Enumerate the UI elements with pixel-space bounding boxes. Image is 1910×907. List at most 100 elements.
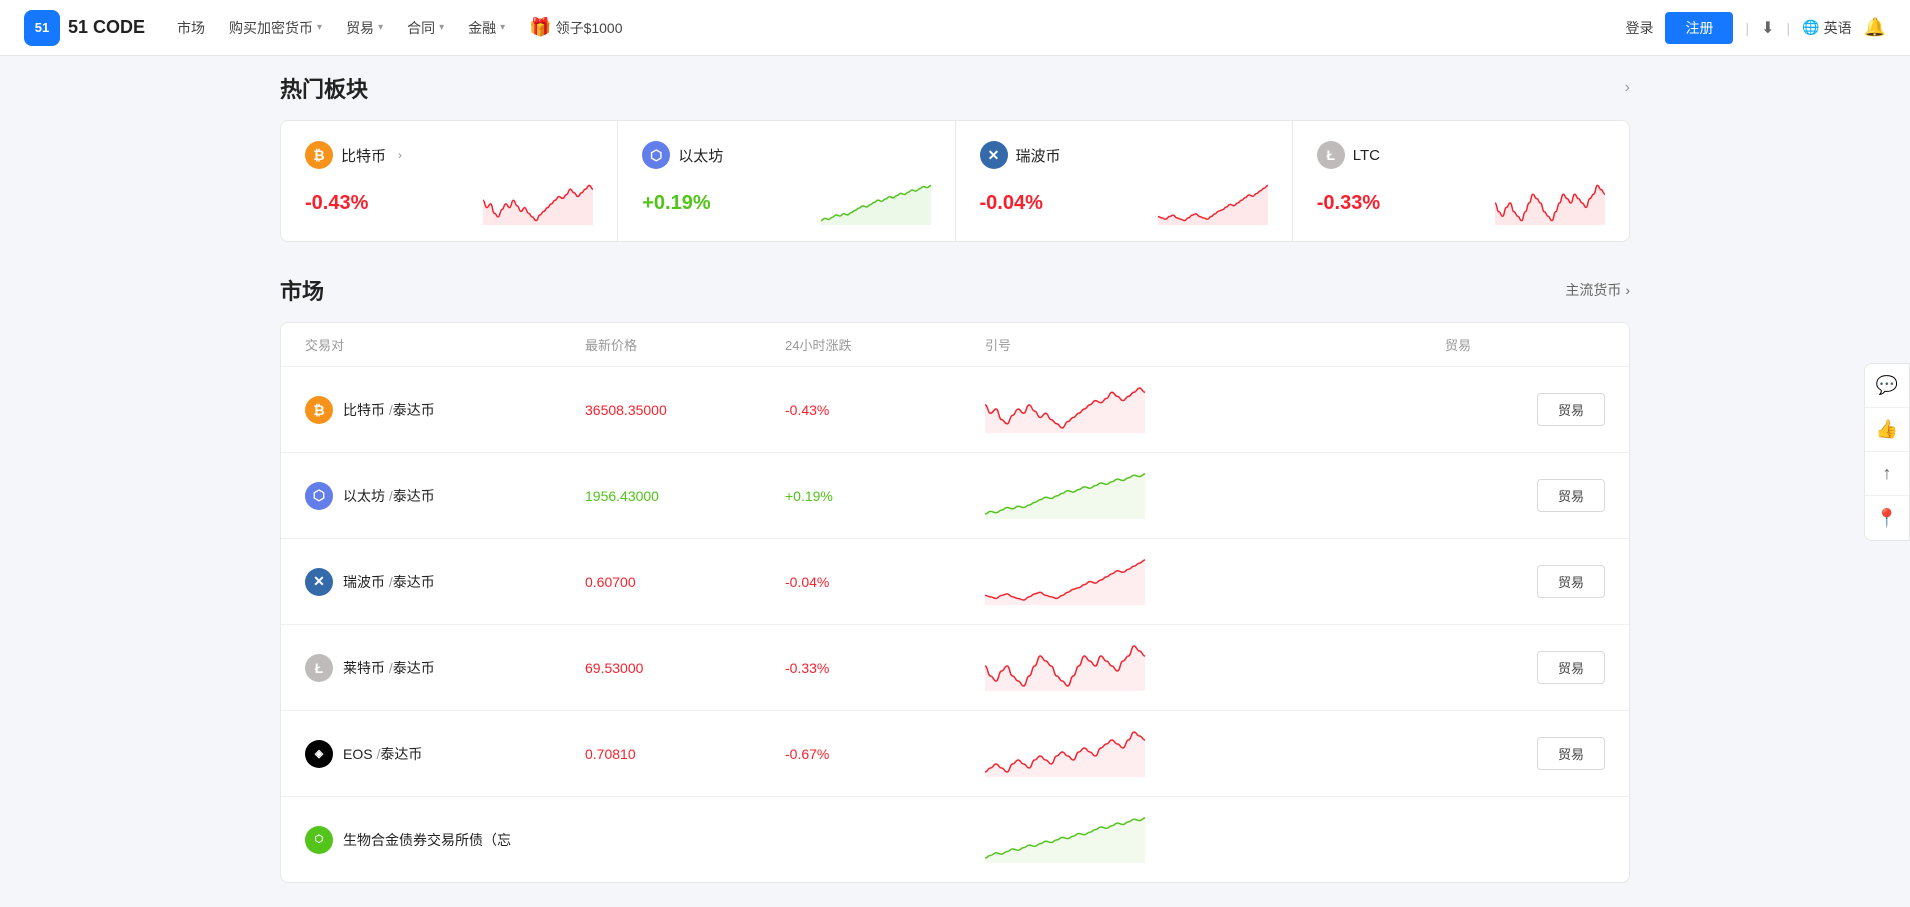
ltc-change-pct: -0.33% xyxy=(1317,192,1380,215)
xrp-mini-chart xyxy=(1158,181,1268,225)
nav-buy-crypto[interactable]: 购买加密货币 ▾ xyxy=(229,18,322,38)
eth-pair-name[interactable]: 以太坊 /泰达币 xyxy=(343,486,435,506)
xrp-coin-name: 瑞波币 xyxy=(1016,145,1061,166)
table-col-header: 贸易 xyxy=(1445,335,1605,354)
login-button[interactable]: 登录 xyxy=(1625,18,1653,38)
table-col-header: 24小时涨跌 xyxy=(785,335,985,354)
eos-pair-name[interactable]: EOS /泰达币 xyxy=(343,744,422,764)
table-col-header: 交易对 xyxy=(305,335,585,354)
eth-mini-chart xyxy=(821,181,931,225)
hot-section-header: 热门板块 › xyxy=(280,72,1630,104)
nav-finance[interactable]: 金融 ▾ xyxy=(468,18,505,38)
like-sidebar-button[interactable]: 👍 xyxy=(1865,408,1909,452)
eth-pair-cell: ⬡ 以太坊 /泰达币 xyxy=(305,482,585,510)
register-button[interactable]: 注册 xyxy=(1665,12,1733,44)
ltc-price: 69.53000 xyxy=(585,660,785,676)
table-row: ₿比特币 /泰达币36508.35000-0.43%贸易 xyxy=(281,367,1629,453)
hot-section-more[interactable]: › xyxy=(1625,79,1630,97)
ltc-trade-cell: 贸易 xyxy=(1445,651,1605,684)
chat-sidebar-button[interactable]: 💬 xyxy=(1865,364,1909,408)
table-row: ⬡以太坊 /泰达币1956.43000+0.19%贸易 xyxy=(281,453,1629,539)
ltc-pair-cell: Ł 莱特币 /泰达币 xyxy=(305,654,585,682)
ltc-mini-chart xyxy=(1495,181,1605,225)
hot-card-btc[interactable]: ₿比特币›-0.43% xyxy=(281,121,618,241)
xrp-row-icon: ✕ xyxy=(305,568,333,596)
xrp-row-chart xyxy=(985,555,1445,608)
eos-price: 0.70810 xyxy=(585,746,785,762)
market-section: 市场 主流货币 › 交易对最新价格24小时涨跌引号贸易 ₿比特币 /泰达币365… xyxy=(280,274,1630,883)
bio-pair-name[interactable]: 生物合金债券交易所债（忘 xyxy=(343,830,511,850)
bonus-text: 领子$1000 xyxy=(556,18,623,38)
ltc-trade-button[interactable]: 贸易 xyxy=(1537,651,1605,684)
xrp-change: -0.04% xyxy=(785,574,985,590)
btc-coin-icon: ₿ xyxy=(305,141,333,169)
eos-row-icon: ◈ xyxy=(305,740,333,768)
hot-card-eth[interactable]: ⬡以太坊+0.19% xyxy=(618,121,955,241)
btc-trade-button[interactable]: 贸易 xyxy=(1537,393,1605,426)
download-icon[interactable]: ⬇ xyxy=(1761,18,1774,38)
notification-bell-icon[interactable]: 🔔 xyxy=(1864,17,1886,38)
xrp-price: 0.60700 xyxy=(585,574,785,590)
btc-pair-name[interactable]: 比特币 /泰达币 xyxy=(343,400,435,420)
btc-card-arrow: › xyxy=(398,148,402,162)
trade-arrow: ▾ xyxy=(378,22,383,33)
logo-text: 51 CODE xyxy=(68,17,145,38)
nav-contract[interactable]: 合同 ▾ xyxy=(407,18,444,38)
scroll-top-sidebar-button[interactable]: ↑ xyxy=(1865,452,1909,496)
pair-slash: / xyxy=(385,660,393,676)
table-row: Ł莱特币 /泰达币69.53000-0.33%贸易 xyxy=(281,625,1629,711)
nav-right: 登录 注册 | ⬇ | 🌐 英语 🔔 xyxy=(1625,12,1886,44)
pair-slash: / xyxy=(385,402,393,418)
finance-arrow: ▾ xyxy=(500,22,505,33)
ltc-row-icon: Ł xyxy=(305,654,333,682)
mainstream-text: 主流货币 xyxy=(1565,280,1621,300)
ltc-pair-name[interactable]: 莱特币 /泰达币 xyxy=(343,658,435,678)
eos-trade-button[interactable]: 贸易 xyxy=(1537,737,1605,770)
eos-trade-cell: 贸易 xyxy=(1445,737,1605,770)
pin-sidebar-button[interactable]: 📍 xyxy=(1865,496,1909,540)
xrp-trade-button[interactable]: 贸易 xyxy=(1537,565,1605,598)
xrp-coin-icon: ✕ xyxy=(980,141,1008,169)
language-selector[interactable]: 🌐 英语 xyxy=(1802,18,1851,38)
ltc-row-chart xyxy=(985,641,1445,694)
logo-icon-text: 51 xyxy=(35,20,49,35)
xrp-pair-name[interactable]: 瑞波币 /泰达币 xyxy=(343,572,435,592)
pair-slash: / xyxy=(385,488,393,504)
btc-pair-cell: ₿ 比特币 /泰达币 xyxy=(305,396,585,424)
pair-slash: / xyxy=(373,746,381,762)
nav-divider2: | xyxy=(1787,20,1791,36)
nav-items: 市场 购买加密货币 ▾ 贸易 ▾ 合同 ▾ 金融 ▾ 🎁 领子$1000 xyxy=(177,17,1625,38)
market-title: 市场 xyxy=(280,274,324,306)
logo[interactable]: 51 51 CODE xyxy=(24,10,145,46)
ltc-coin-icon: Ł xyxy=(1317,141,1345,169)
eth-trade-button[interactable]: 贸易 xyxy=(1537,479,1605,512)
eth-row-icon: ⬡ xyxy=(305,482,333,510)
eth-change-pct: +0.19% xyxy=(642,192,710,215)
table-body: ₿比特币 /泰达币36508.35000-0.43%贸易⬡以太坊 /泰达币195… xyxy=(281,367,1629,882)
eos-row-chart xyxy=(985,727,1445,780)
market-mainstream-link[interactable]: 主流货币 › xyxy=(1565,280,1630,300)
hot-card-ltc[interactable]: Ł LTC -0.33% xyxy=(1293,121,1629,241)
eth-trade-cell: 贸易 xyxy=(1445,479,1605,512)
nav-trade[interactable]: 贸易 ▾ xyxy=(346,18,383,38)
btc-row-icon: ₿ xyxy=(305,396,333,424)
table-row: ⬡生物合金债券交易所债（忘 xyxy=(281,797,1629,882)
nav-market[interactable]: 市场 xyxy=(177,18,205,38)
hot-card-xrp[interactable]: ✕ 瑞波币 -0.04% xyxy=(956,121,1293,241)
nav-bonus[interactable]: 🎁 领子$1000 xyxy=(529,17,622,38)
eth-row-chart xyxy=(985,469,1445,522)
logo-icon: 51 xyxy=(24,10,60,46)
globe-icon: 🌐 xyxy=(1802,19,1819,36)
eos-pair-cell: ◈ EOS /泰达币 xyxy=(305,740,585,768)
ltc-coin-name: LTC xyxy=(1353,147,1380,164)
xrp-change-pct: -0.04% xyxy=(980,192,1043,215)
eth-price: 1956.43000 xyxy=(585,488,785,504)
xrp-pair-cell: ✕ 瑞波币 /泰达币 xyxy=(305,568,585,596)
right-sidebar: 💬 👍 ↑ 📍 xyxy=(1864,363,1910,541)
pair-slash: / xyxy=(385,574,393,590)
buy-arrow: ▾ xyxy=(317,22,322,33)
btc-row-chart xyxy=(985,383,1445,436)
bio-row-chart xyxy=(985,813,1445,866)
nav-divider: | xyxy=(1745,20,1749,36)
table-header: 交易对最新价格24小时涨跌引号贸易 xyxy=(281,323,1629,367)
